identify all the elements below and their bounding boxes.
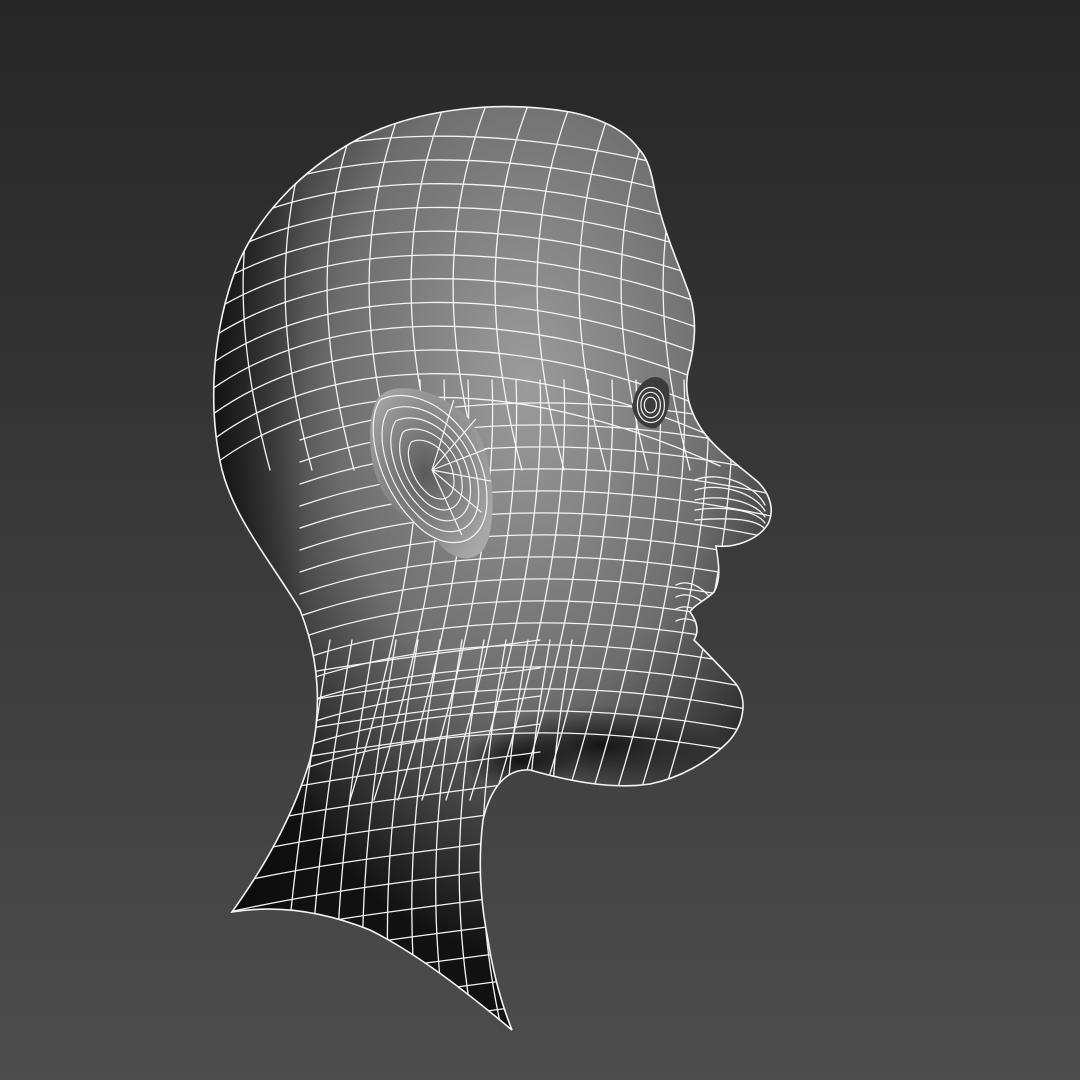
3d-viewport[interactable] bbox=[0, 0, 1080, 1080]
viewport-canvas[interactable] bbox=[0, 0, 1080, 1080]
